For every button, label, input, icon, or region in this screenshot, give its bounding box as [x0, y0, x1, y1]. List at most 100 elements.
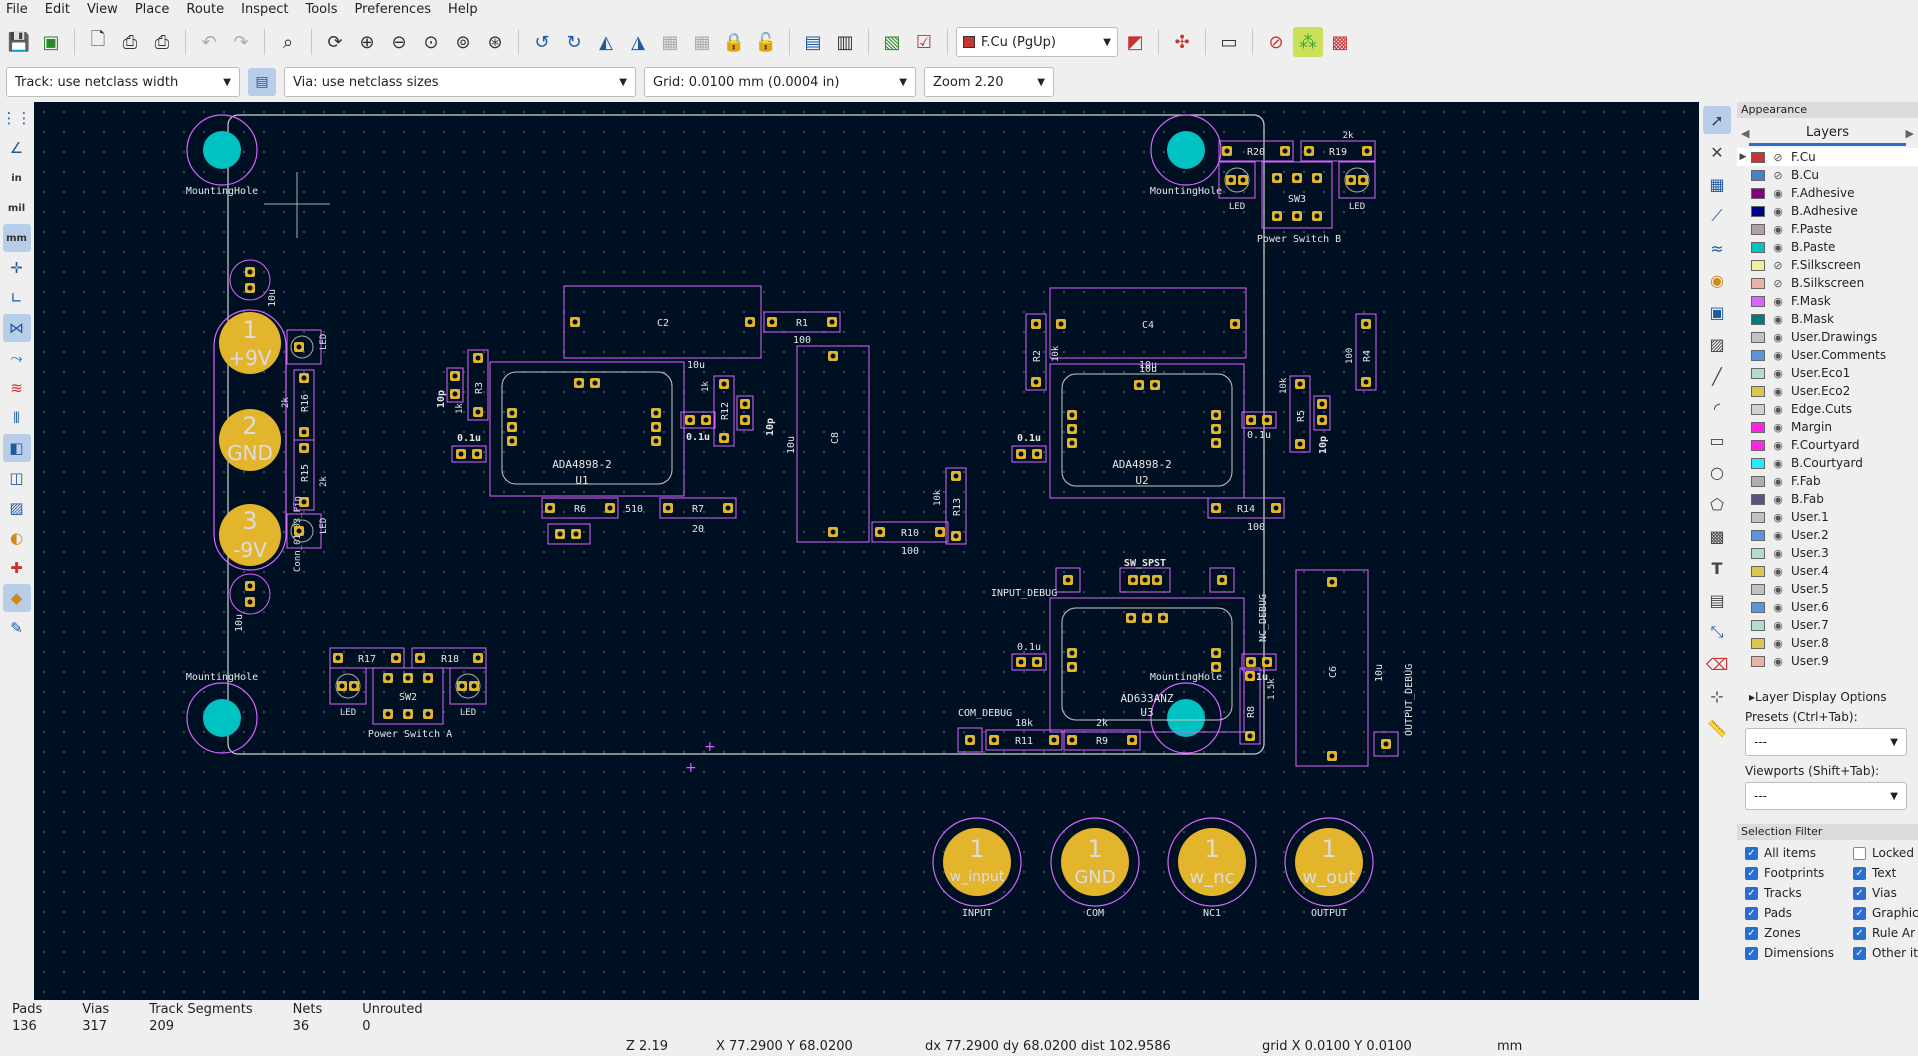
- tab-layers[interactable]: Layers: [1749, 121, 1906, 146]
- layer-color-swatch[interactable]: [1751, 583, 1765, 595]
- layer-row[interactable]: ◉ B.Courtyard: [1737, 454, 1918, 472]
- terminal-com[interactable]: 1 GND COM: [1050, 817, 1140, 919]
- layer-row[interactable]: ◉ User.1: [1737, 508, 1918, 526]
- redo-icon[interactable]: ↷: [226, 27, 256, 57]
- ungroup-icon[interactable]: ▦: [687, 27, 717, 57]
- eye-icon[interactable]: ◉: [1771, 493, 1785, 506]
- local-ratsnest-icon[interactable]: ✕: [1703, 138, 1731, 166]
- layer-row[interactable]: ◉ Edge.Cuts: [1737, 400, 1918, 418]
- capacitor-0-1u-u1[interactable]: 0.1u: [451, 433, 487, 463]
- zoom-fit-icon[interactable]: ⊙: [416, 27, 446, 57]
- menu-place[interactable]: Place: [135, 2, 170, 17]
- checkbox-checked-icon[interactable]: ✓: [1853, 886, 1866, 900]
- via-outline-icon[interactable]: ◫: [3, 464, 31, 492]
- draw-circle-icon[interactable]: ○: [1703, 458, 1731, 486]
- eye-icon[interactable]: ◉: [1771, 421, 1785, 434]
- resistor-r6[interactable]: R6 510: [541, 497, 643, 519]
- eye-icon[interactable]: ◉: [1771, 529, 1785, 542]
- eye-icon[interactable]: ◉: [1771, 367, 1785, 380]
- layer-color-swatch[interactable]: [1751, 547, 1765, 559]
- eye-icon[interactable]: ◉: [1771, 187, 1785, 200]
- lock-icon[interactable]: 🔒: [719, 27, 749, 57]
- eye-hidden-icon[interactable]: ⊘: [1771, 169, 1785, 182]
- zoom-in-icon[interactable]: ⊕: [352, 27, 382, 57]
- units-mm-button[interactable]: mm: [2, 224, 31, 252]
- layer-row[interactable]: ◉ F.Adhesive: [1737, 184, 1918, 202]
- menu-inspect[interactable]: Inspect: [241, 2, 288, 17]
- layer-color-swatch[interactable]: [1751, 259, 1765, 271]
- route-track-icon[interactable]: ⟋: [1703, 202, 1731, 230]
- selection-filter-checkbox[interactable]: ✓ Dimensions: [1745, 944, 1853, 962]
- layer-color-swatch[interactable]: [1751, 475, 1765, 487]
- board-setup-icon[interactable]: ▣: [36, 27, 66, 57]
- led-d1[interactable]: LED: [286, 329, 329, 365]
- ratsnest-icon[interactable]: ⋈: [2, 314, 31, 342]
- selection-filter-checkbox[interactable]: ✓ Zones: [1745, 924, 1853, 942]
- eye-icon[interactable]: ◉: [1771, 565, 1785, 578]
- eye-icon[interactable]: ◉: [1771, 205, 1785, 218]
- layer-color-swatch[interactable]: [1751, 151, 1765, 163]
- capacitor-c8[interactable]: C8 10u: [786, 345, 870, 543]
- layer-row[interactable]: ◉ User.2: [1737, 526, 1918, 544]
- contrast-mode-icon[interactable]: ◆: [2, 584, 31, 612]
- undo-icon[interactable]: ↶: [194, 27, 224, 57]
- layer-row[interactable]: ◉ User.Comments: [1737, 346, 1918, 364]
- checkbox-checked-icon[interactable]: ✓: [1745, 866, 1758, 880]
- layer-color-swatch[interactable]: [1751, 403, 1765, 415]
- layer-row[interactable]: ◉ User.Eco2: [1737, 382, 1918, 400]
- layer-color-swatch[interactable]: [1751, 205, 1765, 217]
- layer-row[interactable]: ◉ User.3: [1737, 544, 1918, 562]
- checkbox-checked-icon[interactable]: ✓: [1853, 906, 1866, 920]
- add-via-icon[interactable]: ◉: [1703, 266, 1731, 294]
- layer-color-swatch[interactable]: [1751, 655, 1765, 667]
- capacitor-c4[interactable]: C4 10u: [1049, 287, 1247, 371]
- eye-icon[interactable]: ◉: [1771, 385, 1785, 398]
- layer-color-swatch[interactable]: [1751, 565, 1765, 577]
- menu-edit[interactable]: Edit: [45, 2, 70, 17]
- eye-icon[interactable]: ◉: [1771, 349, 1785, 362]
- resistor-r9[interactable]: R9 2k: [1063, 718, 1141, 751]
- selection-filter-checkbox[interactable]: ✓ All items: [1745, 844, 1853, 862]
- layer-row[interactable]: ▶ ⊘ F.Cu: [1737, 148, 1918, 166]
- zoom-out-icon[interactable]: ⊖: [384, 27, 414, 57]
- layer-color-swatch[interactable]: [1751, 385, 1765, 397]
- layer-row[interactable]: ◉ User.4: [1737, 562, 1918, 580]
- layer-row[interactable]: ⊘ B.Silkscreen: [1737, 274, 1918, 292]
- eye-icon[interactable]: ◉: [1771, 511, 1785, 524]
- checkbox-checked-icon[interactable]: ✓: [1745, 946, 1758, 960]
- capacitor-c2[interactable]: C2 10u: [563, 285, 762, 371]
- drc-icon[interactable]: ☑: [909, 27, 939, 57]
- plot-icon[interactable]: ⎙: [147, 27, 177, 57]
- checkbox-unchecked-icon[interactable]: [1853, 846, 1866, 860]
- plugin-green-icon[interactable]: ⁂: [1293, 27, 1323, 57]
- power-terminal-block[interactable]: 10u 10u 1 +9V 2 GND 3 -9V Conn_01x03_Pin: [213, 259, 303, 632]
- layer-row[interactable]: ◉ F.Courtyard: [1737, 436, 1918, 454]
- refresh-icon[interactable]: ⟳: [320, 27, 350, 57]
- rotate-ccw-icon[interactable]: ↺: [527, 27, 557, 57]
- add-textbox-icon[interactable]: ▤: [1703, 586, 1731, 614]
- resistor-r1[interactable]: R1 100: [763, 311, 841, 346]
- layer-row[interactable]: ⊘ F.Silkscreen: [1737, 256, 1918, 274]
- layer-row[interactable]: ◉ Margin: [1737, 418, 1918, 436]
- add-text-icon[interactable]: T: [1703, 554, 1731, 582]
- add-image-icon[interactable]: ▩: [1703, 522, 1731, 550]
- draw-rectangle-icon[interactable]: ▭: [1703, 426, 1731, 454]
- delete-tool-icon[interactable]: ⌫: [1703, 650, 1731, 678]
- terminal-input[interactable]: 1 w_input INPUT: [932, 817, 1022, 919]
- select-arrow-icon[interactable]: ➚: [1703, 106, 1731, 134]
- layer-color-swatch[interactable]: [1751, 511, 1765, 523]
- draw-line-icon[interactable]: ╱: [1703, 362, 1731, 390]
- mounting-hole-bl[interactable]: MountingHole: [186, 672, 258, 754]
- tab-scroll-right-icon[interactable]: ▶: [1906, 127, 1914, 140]
- track-outline-icon[interactable]: ⫴: [3, 404, 31, 432]
- checkbox-checked-icon[interactable]: ✓: [1745, 906, 1758, 920]
- resistor-r4[interactable]: R4 100: [1345, 313, 1377, 391]
- menu-tools[interactable]: Tools: [305, 2, 337, 17]
- layer-color-swatch[interactable]: [1751, 241, 1765, 253]
- selection-filter-checkbox[interactable]: ✓ Footprints: [1745, 864, 1853, 882]
- capacitor-0-1u-mid[interactable]: 0.1u: [680, 411, 716, 443]
- layer-color-swatch[interactable]: [1751, 169, 1765, 181]
- plugin-stop-icon[interactable]: ⊘: [1261, 27, 1291, 57]
- layer-color-swatch[interactable]: [1751, 187, 1765, 199]
- terminal-nc1[interactable]: 1 w_nc NC1: [1167, 817, 1257, 919]
